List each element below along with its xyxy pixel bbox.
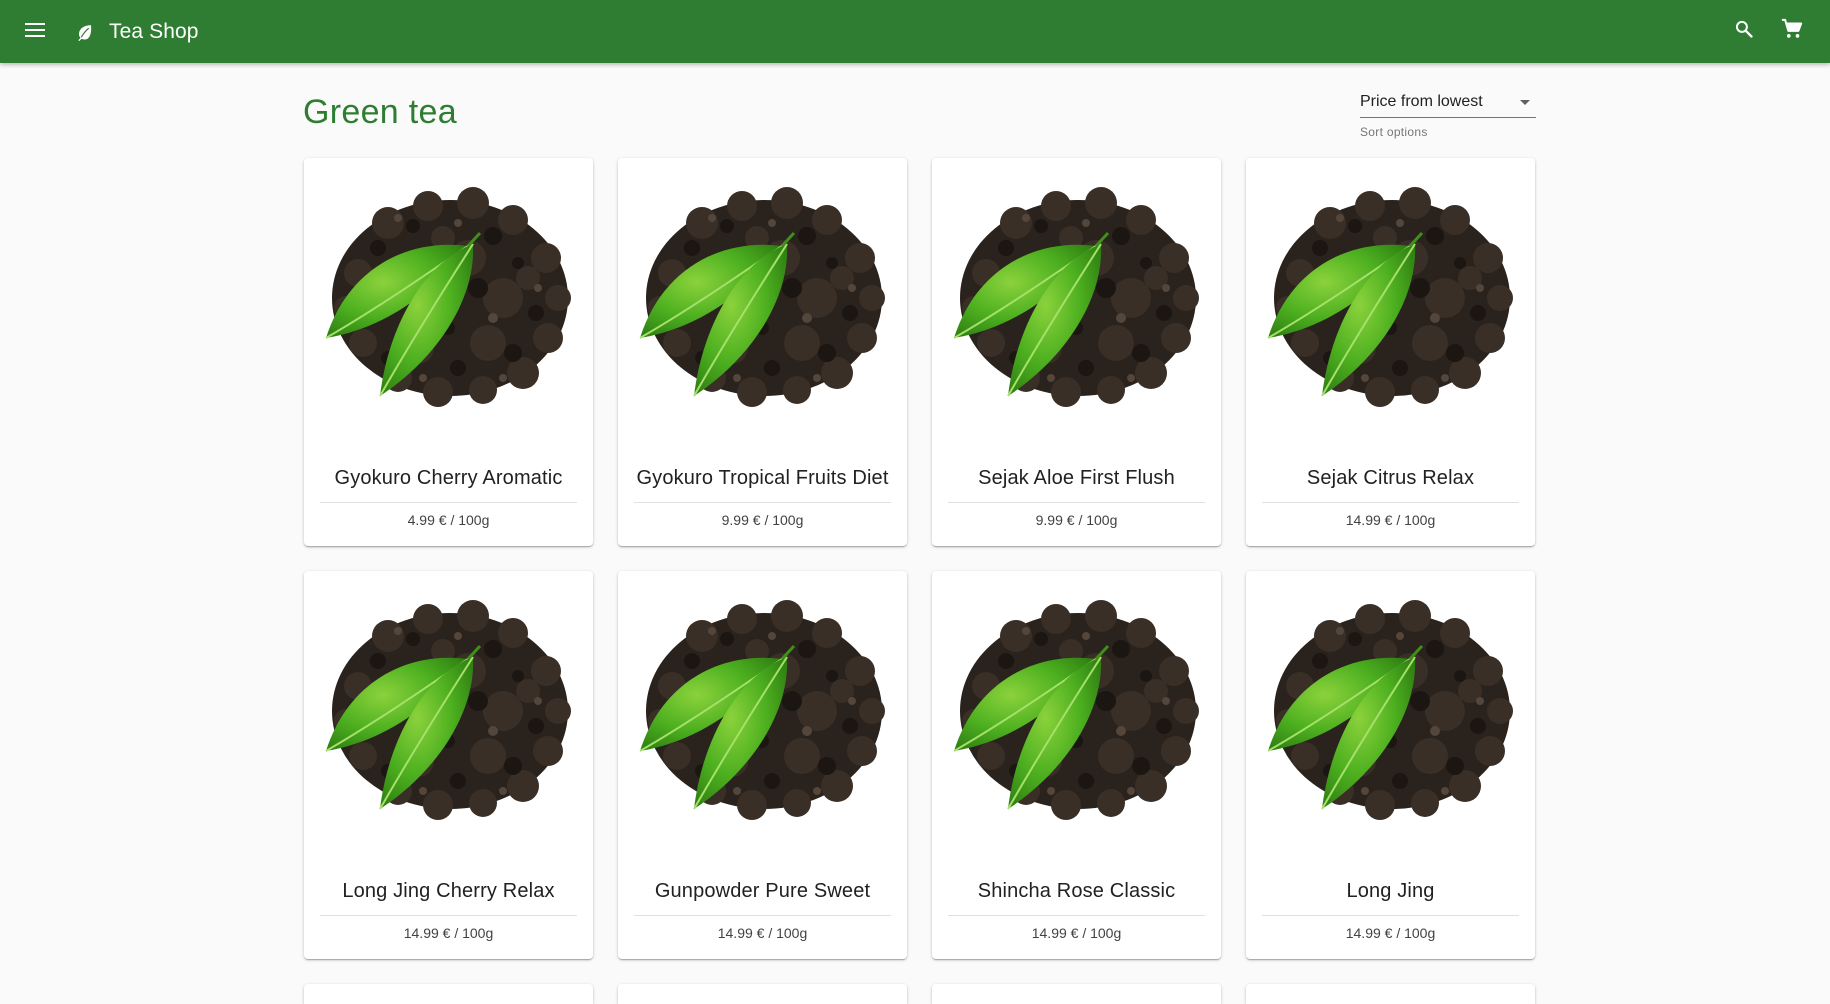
product-price: 14.99 € / 100g xyxy=(1345,925,1436,941)
product-name: Sejak Aloe First Flush xyxy=(978,467,1175,489)
leaf-icon xyxy=(76,21,98,43)
product-image xyxy=(1260,591,1521,841)
product-card-partial[interactable] xyxy=(1246,984,1535,1004)
product-name: Shincha Rose Classic xyxy=(977,880,1176,902)
brand-home-link[interactable]: Tea Shop xyxy=(76,0,199,63)
product-card[interactable]: Gyokuro Tropical Fruits Diet 9.99 € / 10… xyxy=(618,158,907,546)
sort-select[interactable]: Price from lowest xyxy=(1360,88,1536,118)
product-name: Long Jing Cherry Relax xyxy=(342,880,555,902)
product-price: 9.99 € / 100g xyxy=(721,512,804,528)
cart-icon xyxy=(1781,18,1803,45)
product-image xyxy=(946,591,1207,841)
product-image xyxy=(632,591,893,841)
product-price: 14.99 € / 100g xyxy=(1345,512,1436,528)
product-price: 14.99 € / 100g xyxy=(1031,925,1122,941)
card-divider xyxy=(948,915,1205,916)
app-bar: Tea Shop xyxy=(0,0,1830,63)
search-icon xyxy=(1734,19,1754,44)
product-card[interactable]: Sejak Aloe First Flush 9.99 € / 100g xyxy=(932,158,1221,546)
app-title: Tea Shop xyxy=(109,19,199,43)
product-card[interactable]: Gunpowder Pure Sweet 14.99 € / 100g xyxy=(618,571,907,959)
product-card[interactable]: Long Jing Cherry Relax 14.99 € / 100g xyxy=(304,571,593,959)
card-divider xyxy=(320,502,577,503)
sort-helper-text: Sort options xyxy=(1360,125,1428,139)
product-name: Gyokuro Cherry Aromatic xyxy=(334,467,563,489)
product-price: 9.99 € / 100g xyxy=(1035,512,1118,528)
product-card-partial[interactable] xyxy=(618,984,907,1004)
product-name: Long Jing xyxy=(1346,880,1435,902)
product-price: 14.99 € / 100g xyxy=(717,925,808,941)
product-image xyxy=(318,178,579,428)
product-card[interactable]: Gyokuro Cherry Aromatic 4.99 € / 100g xyxy=(304,158,593,546)
menu-icon xyxy=(25,22,45,42)
card-divider xyxy=(320,915,577,916)
dropdown-arrow-icon xyxy=(1520,100,1530,105)
card-divider xyxy=(634,502,891,503)
search-button[interactable] xyxy=(1727,14,1761,48)
product-card-partial[interactable] xyxy=(304,984,593,1004)
product-image xyxy=(632,178,893,428)
product-card[interactable]: Shincha Rose Classic 14.99 € / 100g xyxy=(932,571,1221,959)
product-name: Gyokuro Tropical Fruits Diet xyxy=(636,467,889,489)
card-divider xyxy=(1262,502,1519,503)
product-grid: Gyokuro Cherry Aromatic 4.99 € / 100g Gy… xyxy=(304,158,1535,1004)
card-divider xyxy=(634,915,891,916)
product-image xyxy=(1260,178,1521,428)
menu-button[interactable] xyxy=(19,16,51,48)
product-name: Gunpowder Pure Sweet xyxy=(654,880,871,902)
product-name: Sejak Citrus Relax xyxy=(1306,467,1475,489)
product-image xyxy=(946,178,1207,428)
product-price: 4.99 € / 100g xyxy=(407,512,490,528)
product-card[interactable]: Sejak Citrus Relax 14.99 € / 100g xyxy=(1246,158,1535,546)
product-price: 14.99 € / 100g xyxy=(403,925,494,941)
sort-selected-value: Price from lowest xyxy=(1360,93,1483,110)
product-card-partial[interactable] xyxy=(932,984,1221,1004)
product-card[interactable]: Long Jing 14.99 € / 100g xyxy=(1246,571,1535,959)
sort-field: Price from lowest Sort options xyxy=(1360,88,1536,139)
card-divider xyxy=(1262,915,1519,916)
cart-button[interactable] xyxy=(1775,14,1809,48)
page-title: Green tea xyxy=(303,93,457,131)
card-divider xyxy=(948,502,1205,503)
product-image xyxy=(318,591,579,841)
